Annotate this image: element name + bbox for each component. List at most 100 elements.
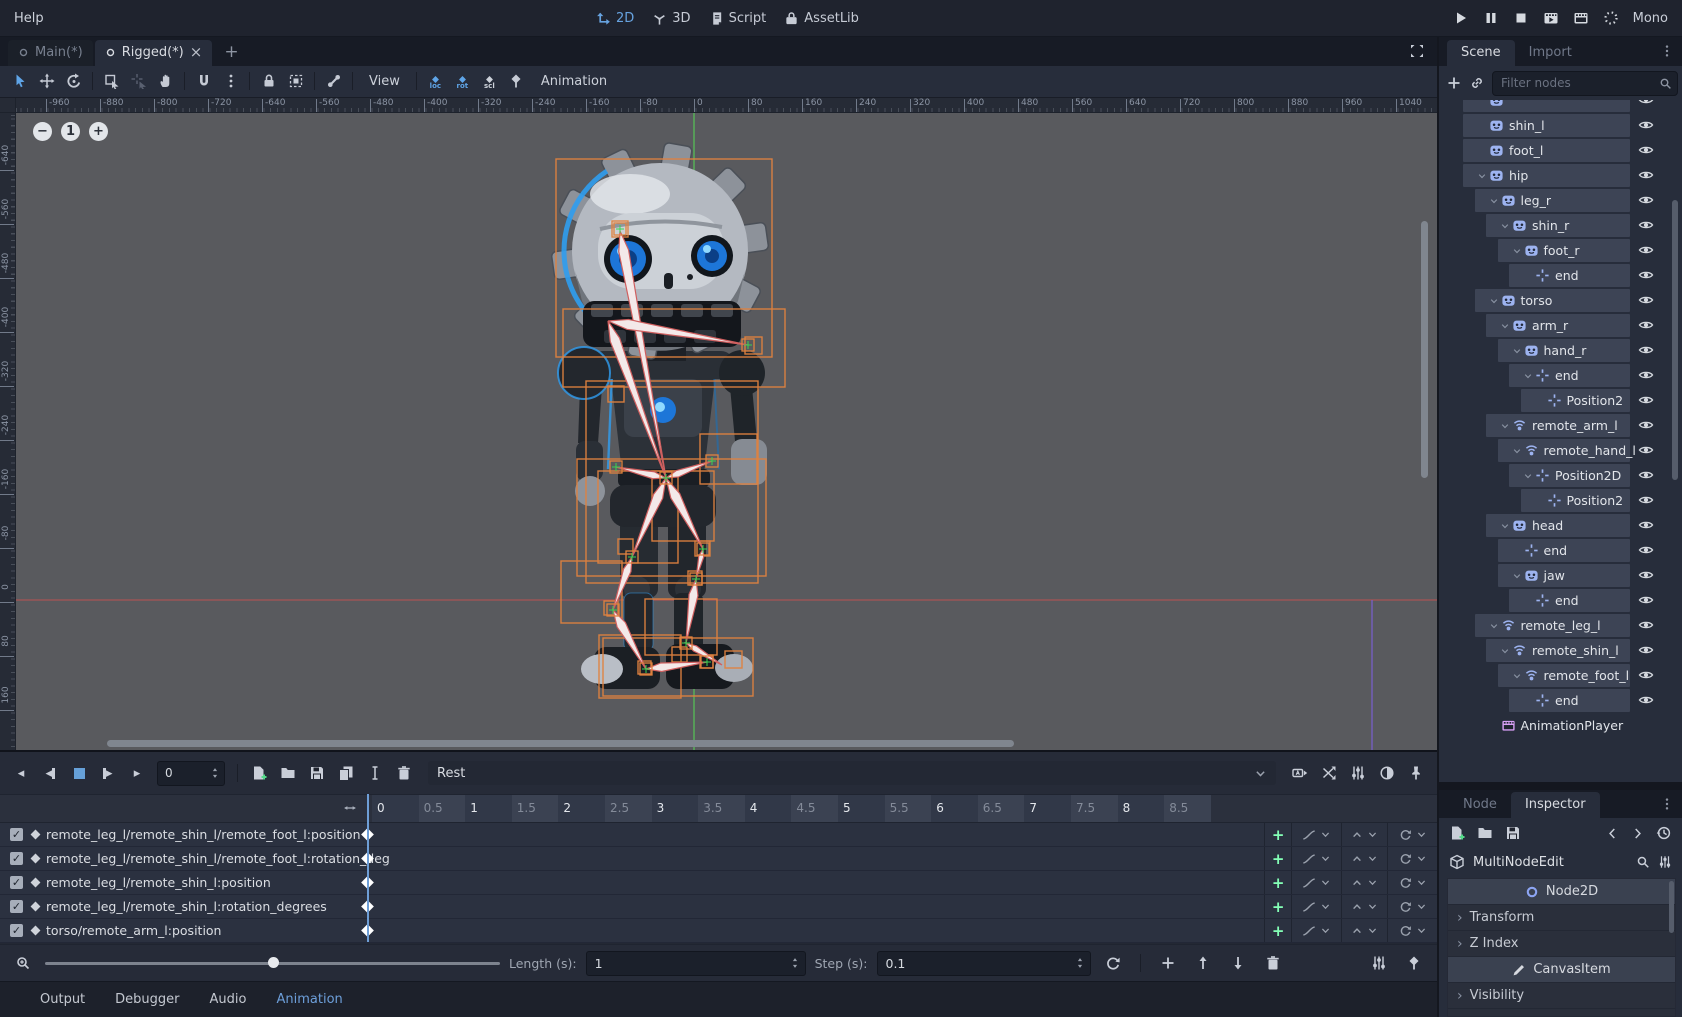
collapse-arrow-icon[interactable] — [1500, 646, 1512, 656]
tree-node-hand_r[interactable]: hand_r — [1445, 338, 1676, 363]
delete-animation-button[interactable] — [391, 761, 417, 785]
history-back-button[interactable] — [1606, 827, 1619, 840]
bone-options-button[interactable] — [320, 69, 347, 93]
current-frame-input[interactable] — [158, 766, 209, 780]
new-resource-button[interactable] — [1449, 825, 1465, 841]
add-key-button[interactable]: + — [1264, 895, 1291, 918]
mode-tab-3d[interactable]: 3D — [652, 11, 690, 26]
timeline-ruler[interactable]: 00.511.522.533.544.555.566.577.588.5 — [0, 794, 1437, 823]
visibility-eye-icon[interactable] — [1638, 392, 1654, 408]
interpolation-mode-button[interactable] — [1291, 847, 1341, 870]
onion-skinning-button[interactable] — [1316, 761, 1342, 785]
stop-button[interactable] — [1513, 10, 1529, 26]
tree-node-shin_r[interactable]: shin_r — [1445, 213, 1676, 238]
lock-object-button[interactable] — [255, 69, 282, 93]
pause-button[interactable] — [1483, 10, 1499, 26]
move-track-up-button[interactable] — [1190, 951, 1216, 975]
scene-tab-rigged[interactable]: Rigged(*)× — [95, 40, 213, 66]
tree-node-hip[interactable]: hip — [1445, 163, 1676, 188]
mode-tab-assetlib[interactable]: AssetLib — [784, 11, 859, 26]
add-key-button[interactable]: + — [1264, 919, 1291, 942]
load-animation-button[interactable] — [275, 761, 301, 785]
dock-menu-icon[interactable] — [1660, 44, 1674, 58]
group-object-button[interactable] — [282, 69, 309, 93]
interpolation-mode-button[interactable] — [1291, 895, 1341, 918]
collapse-arrow-icon[interactable] — [1512, 246, 1524, 256]
play-scene-button[interactable] — [1543, 10, 1559, 26]
key-scl-button[interactable]: scl — [476, 73, 503, 90]
step-field[interactable] — [877, 951, 1091, 976]
step-input[interactable] — [878, 956, 1074, 971]
play-custom-scene-button[interactable] — [1573, 10, 1589, 26]
visibility-eye-icon[interactable] — [1638, 192, 1654, 208]
collapse-arrow-icon[interactable] — [1489, 621, 1501, 631]
visibility-eye-icon[interactable] — [1638, 292, 1654, 308]
timeline-zoom-slider[interactable] — [45, 953, 500, 973]
horizontal-scrollbar[interactable] — [107, 740, 1014, 747]
tree-node-end[interactable]: end — [1445, 263, 1676, 288]
visibility-eye-icon[interactable] — [1638, 617, 1654, 633]
pan-tool-button[interactable] — [152, 69, 179, 93]
animation-menu[interactable]: Animation — [530, 71, 618, 92]
mode-tab-2d[interactable]: 2D — [596, 11, 634, 26]
collapse-arrow-icon[interactable] — [1500, 221, 1512, 231]
length-field[interactable] — [586, 951, 806, 976]
interpolation-mode-button[interactable] — [1291, 871, 1341, 894]
inspector-tools-button[interactable] — [1658, 855, 1672, 869]
visibility-eye-icon[interactable] — [1638, 517, 1654, 533]
insert-key-button[interactable] — [503, 69, 530, 93]
bottom-tab-animation[interactable]: Animation — [276, 992, 342, 1007]
zoom-in-button[interactable]: + — [89, 122, 108, 141]
timeline-playhead[interactable] — [367, 794, 369, 942]
play-backwards-from-end-button[interactable]: ◂ — [8, 761, 34, 785]
collapse-arrow-icon[interactable] — [1489, 296, 1501, 306]
bottom-tab-debugger[interactable]: Debugger — [115, 992, 179, 1007]
visibility-eye-icon[interactable] — [1638, 567, 1654, 583]
animation-track[interactable]: ✓remote_leg_l/remote_shin_l/remote_foot_… — [0, 823, 1437, 847]
collapse-arrow-icon[interactable] — [1512, 446, 1524, 456]
zoom-reset-button[interactable]: 1 — [61, 122, 80, 141]
key-rot-button[interactable]: rot — [449, 73, 476, 90]
tree-node-remote_leg_l[interactable]: remote_leg_l — [1445, 613, 1676, 638]
play-backwards-button[interactable]: ◂ — [37, 761, 63, 785]
object-history-button[interactable] — [1656, 825, 1672, 841]
track-enabled-checkbox[interactable]: ✓ — [10, 900, 23, 913]
tree-node-Position2D[interactable]: Position2D — [1445, 463, 1676, 488]
animation-name-dropdown[interactable]: Rest — [428, 761, 1276, 785]
save-animation-button[interactable] — [304, 761, 330, 785]
list-select-button[interactable] — [98, 69, 125, 93]
bottom-tab-output[interactable]: Output — [40, 992, 85, 1007]
tree-node-foot_l[interactable]: foot_l — [1445, 138, 1676, 163]
inspector-class-canvasitem[interactable]: CanvasItem — [1448, 957, 1675, 983]
collapse-arrow-icon[interactable] — [1512, 671, 1524, 681]
length-input[interactable] — [587, 956, 789, 971]
collapse-arrow-icon[interactable] — [1489, 196, 1501, 206]
loop-wrap-button[interactable] — [1387, 871, 1437, 894]
collapse-arrow-icon[interactable] — [1512, 346, 1524, 356]
mode-tab-script[interactable]: Script — [709, 11, 767, 26]
visibility-eye-icon[interactable] — [1638, 242, 1654, 258]
visibility-eye-icon[interactable] — [1638, 367, 1654, 383]
load-resource-button[interactable] — [1477, 825, 1493, 841]
slider-handle[interactable] — [268, 957, 279, 968]
visibility-eye-icon[interactable] — [1638, 542, 1654, 558]
rename-animation-button[interactable] — [362, 761, 388, 785]
tree-node-remote_foot_l[interactable]: remote_foot_l — [1445, 663, 1676, 688]
play-from-current-button[interactable]: ▸ — [95, 761, 121, 785]
snap-toggle-button[interactable] — [190, 69, 217, 93]
tree-node-remote_hand_l[interactable]: remote_hand_l — [1445, 438, 1676, 463]
spinner-updown-icon[interactable] — [789, 957, 801, 969]
collapse-arrow-icon[interactable] — [1523, 371, 1535, 381]
collapse-arrow-icon[interactable] — [1477, 171, 1489, 181]
tree-node-jaw[interactable]: jaw — [1445, 563, 1676, 588]
vertical-scrollbar[interactable] — [1421, 221, 1428, 478]
add-node-button[interactable] — [1446, 75, 1462, 91]
2d-viewport[interactable]: -960-880-800-720-640-560-480-400-320-240… — [0, 98, 1437, 750]
remove-track-button[interactable] — [1260, 951, 1286, 975]
distraction-free-icon[interactable] — [1409, 43, 1425, 59]
tree-node-remote_shin_l[interactable]: remote_shin_l — [1445, 638, 1676, 663]
loop-animation-button[interactable] — [1100, 951, 1126, 975]
filter-nodes-input[interactable] — [1493, 76, 1659, 90]
tree-node-end[interactable]: end — [1445, 363, 1676, 388]
tree-scrollbar[interactable] — [1672, 200, 1678, 480]
